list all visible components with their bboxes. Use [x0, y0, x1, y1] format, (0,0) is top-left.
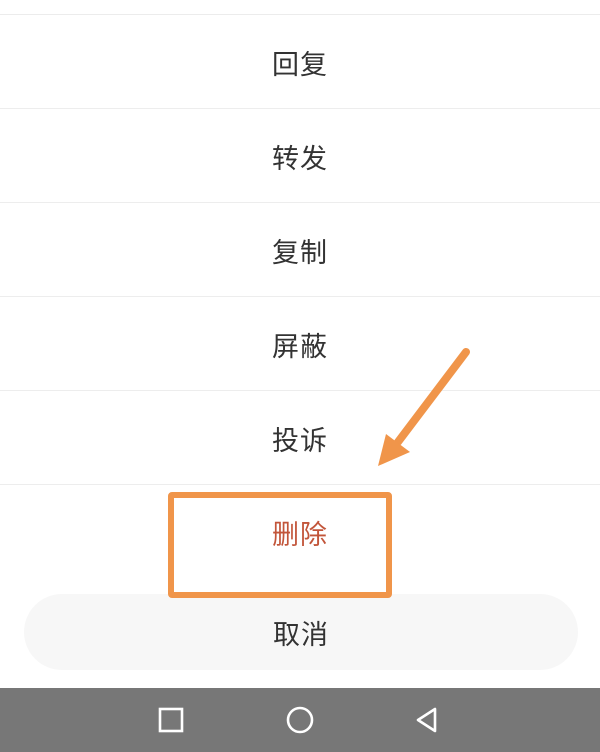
block-menu-item[interactable]: 屏蔽	[0, 297, 600, 391]
forward-menu-item[interactable]: 转发	[0, 109, 600, 203]
recents-button[interactable]	[139, 688, 203, 752]
report-label: 投诉	[272, 425, 328, 457]
copy-menu-item[interactable]: 复制	[0, 203, 600, 297]
action-sheet: 回复 转发 复制 屏蔽 投诉 删除 取消	[0, 0, 600, 688]
report-menu-item[interactable]: 投诉	[0, 391, 600, 485]
cancel-button[interactable]: 取消	[24, 594, 578, 670]
cancel-label: 取消	[273, 619, 329, 651]
back-button[interactable]	[395, 688, 459, 752]
circle-home-icon	[286, 706, 314, 734]
forward-label: 转发	[272, 143, 328, 175]
block-label: 屏蔽	[272, 331, 328, 363]
system-navigation-bar	[0, 688, 600, 752]
delete-menu-item[interactable]: 删除	[0, 485, 600, 579]
triangle-back-icon	[416, 707, 437, 733]
home-button[interactable]	[268, 688, 332, 752]
reply-menu-item[interactable]: 回复	[0, 15, 600, 109]
reply-label: 回复	[272, 49, 328, 81]
square-recents-icon	[158, 707, 184, 733]
copy-label: 复制	[272, 237, 328, 269]
delete-label: 删除	[272, 519, 328, 551]
